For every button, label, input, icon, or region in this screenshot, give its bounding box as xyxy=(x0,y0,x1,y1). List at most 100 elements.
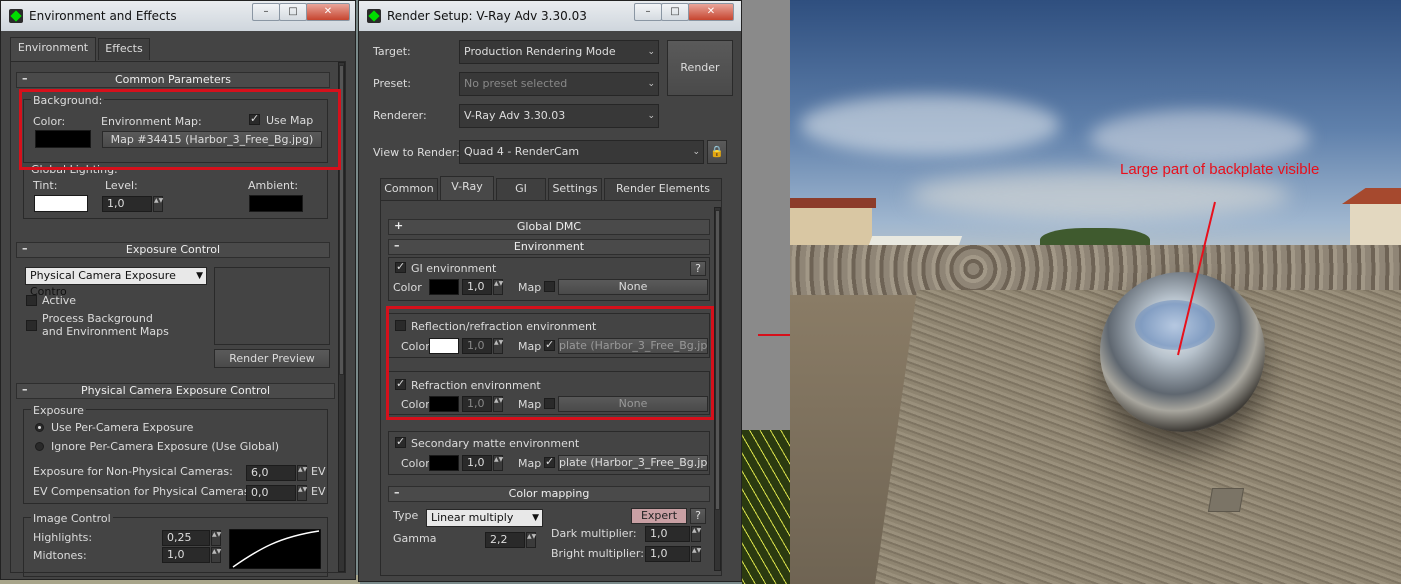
renderer-value: V-Ray Adv 3.30.03 xyxy=(464,109,566,122)
tab-gi[interactable]: GI xyxy=(496,178,546,200)
highlight-environment-box xyxy=(386,306,714,420)
ambient-swatch[interactable] xyxy=(249,195,303,212)
exposure-non-physical-spinner[interactable]: ▲▼ xyxy=(297,465,307,481)
renderer-label: Renderer: xyxy=(373,109,427,122)
environment-effects-window: Environment and Effects – □ ✕ Environmen… xyxy=(0,0,356,580)
target-combo[interactable]: Production Rendering Mode ⌄ xyxy=(459,40,659,64)
preset-combo[interactable]: No preset selected ⌄ xyxy=(459,72,659,96)
secondary-multiplier-field[interactable]: 1,0 xyxy=(462,455,492,471)
tab-vray[interactable]: V-Ray xyxy=(440,176,494,200)
exposure-control-header[interactable]: – Exposure Control xyxy=(16,242,330,258)
minimize-button[interactable]: – xyxy=(634,3,662,21)
ignore-per-camera-label: Ignore Per-Camera Exposure (Use Global) xyxy=(51,440,280,453)
color-mapping-help-button[interactable]: ? xyxy=(690,508,706,524)
color-mapping-type-value: Linear multiply xyxy=(431,511,514,524)
maximize-button[interactable]: □ xyxy=(661,3,689,21)
bright-multiplier-field[interactable]: 1,0 xyxy=(645,546,690,562)
close-button[interactable]: ✕ xyxy=(306,3,350,21)
lock-view-button[interactable]: 🔒 xyxy=(707,140,727,164)
midtones-spinner[interactable]: ▲▼ xyxy=(211,547,221,563)
tab-common[interactable]: Common xyxy=(380,178,438,200)
view-to-render-value: Quad 4 - RenderCam xyxy=(464,145,580,158)
midtones-field[interactable]: 1,0 xyxy=(162,547,210,563)
physical-camera-exposure-title: Physical Camera Exposure Control xyxy=(80,384,271,397)
dark-multiplier-spinner[interactable]: ▲▼ xyxy=(691,526,701,542)
gi-environment-checkbox[interactable] xyxy=(395,260,406,273)
tab-render-elements[interactable]: Render Elements xyxy=(604,178,722,200)
exposure-type-combo[interactable]: Physical Camera Exposure Contro ▼ xyxy=(25,267,207,298)
exposure-non-physical-field[interactable]: 6,0 xyxy=(246,465,296,481)
color-mapping-header[interactable]: – Color mapping xyxy=(388,486,710,502)
physical-camera-exposure-header[interactable]: – Physical Camera Exposure Control xyxy=(16,383,335,399)
global-dmc-title: Global DMC xyxy=(516,220,582,233)
chevron-down-icon: ⌄ xyxy=(692,147,700,157)
renderer-combo[interactable]: V-Ray Adv 3.30.03 ⌄ xyxy=(459,104,659,128)
rendered-image: Large part of backplate visible xyxy=(790,0,1401,584)
process-background-checkbox[interactable] xyxy=(26,320,37,331)
secondary-multiplier-spinner[interactable]: ▲▼ xyxy=(493,455,503,471)
ignore-per-camera-radio[interactable] xyxy=(35,442,44,451)
process-environment-label: and Environment Maps xyxy=(42,325,169,338)
target-label: Target: xyxy=(373,45,411,58)
annotation-pointer-line xyxy=(1177,201,1216,356)
gamma-spinner[interactable]: ▲▼ xyxy=(526,532,536,548)
env-titlebar[interactable]: Environment and Effects – □ ✕ xyxy=(1,1,355,31)
gi-color-label: Color xyxy=(393,281,422,294)
vray-scrollbar[interactable] xyxy=(714,207,721,571)
secondary-map-label: Map xyxy=(518,457,542,470)
use-per-camera-radio[interactable] xyxy=(35,423,44,432)
tab-settings[interactable]: Settings xyxy=(548,178,602,200)
active-checkbox[interactable] xyxy=(26,295,37,306)
tab-environment[interactable]: Environment xyxy=(10,37,96,61)
global-dmc-header[interactable]: + Global DMC xyxy=(388,219,710,235)
color-mapping-type-combo[interactable]: Linear multiply ▼ xyxy=(426,509,543,527)
maximize-button[interactable]: □ xyxy=(279,3,307,21)
common-parameters-header[interactable]: – Common Parameters xyxy=(16,72,330,88)
gamma-field[interactable]: 2,2 xyxy=(485,532,525,548)
chevron-down-icon: ⌄ xyxy=(647,79,655,89)
gi-multiplier-spinner[interactable]: ▲▼ xyxy=(493,279,503,295)
view-to-render-combo[interactable]: Quad 4 - RenderCam ⌄ xyxy=(459,140,704,164)
gi-map-button[interactable]: None xyxy=(558,279,708,295)
tint-swatch[interactable] xyxy=(34,195,88,212)
dark-multiplier-field[interactable]: 1,0 xyxy=(645,526,690,542)
type-label: Type xyxy=(393,509,419,522)
secondary-color-label: Color xyxy=(401,457,430,470)
render-setup-window: Render Setup: V-Ray Adv 3.30.03 – □ ✕ Ta… xyxy=(358,0,742,582)
expert-button[interactable]: Expert xyxy=(631,508,687,524)
secondary-map-checkbox[interactable] xyxy=(544,455,555,468)
level-field[interactable]: 1,0 xyxy=(102,196,152,212)
ev-compensation-field[interactable]: 0,0 xyxy=(246,485,296,501)
help-button[interactable]: ? xyxy=(690,261,706,276)
process-background-label: Process Background xyxy=(42,312,153,325)
gi-map-checkbox[interactable] xyxy=(544,281,555,292)
render-preview-button[interactable]: Render Preview xyxy=(214,349,330,368)
bright-multiplier-spinner[interactable]: ▲▼ xyxy=(691,546,701,562)
active-label: Active xyxy=(42,294,77,307)
tab-effects[interactable]: Effects xyxy=(98,38,150,60)
minimize-button[interactable]: – xyxy=(252,3,280,21)
secondary-map-button[interactable]: plate (Harbor_3_Free_Bg.jpg) xyxy=(558,455,708,471)
ev-compensation-spinner[interactable]: ▲▼ xyxy=(297,485,307,501)
secondary-matte-checkbox[interactable] xyxy=(395,435,406,448)
image-control-label: Image Control xyxy=(31,512,113,525)
level-spinner[interactable]: ▲▼ xyxy=(153,196,163,212)
color-mapping-title: Color mapping xyxy=(508,487,590,500)
close-button[interactable]: ✕ xyxy=(688,3,734,21)
ev-compensation-label: EV Compensation for Physical Cameras: xyxy=(33,485,254,498)
gi-color-swatch[interactable] xyxy=(429,279,459,295)
highlights-spinner[interactable]: ▲▼ xyxy=(211,530,221,546)
gi-multiplier-field[interactable]: 1,0 xyxy=(462,279,492,295)
exposure-control-title: Exposure Control xyxy=(125,243,221,256)
secondary-color-swatch[interactable] xyxy=(429,455,459,471)
render-button[interactable]: Render xyxy=(667,40,733,96)
gamma-label: Gamma xyxy=(393,532,437,545)
exposure-preview xyxy=(214,267,330,345)
environment-header[interactable]: – Environment xyxy=(388,239,710,255)
view-to-render-label: View to Render: xyxy=(373,146,460,159)
scrollbar-thumb[interactable] xyxy=(715,210,720,510)
highlights-field[interactable]: 0,25 xyxy=(162,530,210,546)
render-titlebar[interactable]: Render Setup: V-Ray Adv 3.30.03 – □ ✕ xyxy=(359,1,741,31)
bright-multiplier-label: Bright multiplier: xyxy=(551,547,644,560)
gi-map-label: Map xyxy=(518,281,542,294)
